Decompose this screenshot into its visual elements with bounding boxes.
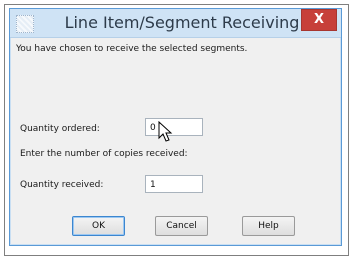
receiving-dialog: Line Item/Segment Receiving X You have c… (9, 8, 342, 246)
cancel-button[interactable]: Cancel (155, 216, 208, 236)
copies-prompt: Enter the number of copies received: (20, 149, 188, 159)
info-message: You have chosen to receive the selected … (16, 44, 248, 54)
help-button[interactable]: Help (242, 216, 295, 236)
dialog-content: You have chosen to receive the selected … (10, 38, 341, 245)
dialog-title: Line Item/Segment Receiving (64, 13, 300, 32)
quantity-received-label: Quantity received: (20, 180, 104, 190)
mouse-pointer-icon (158, 121, 173, 142)
quantity-ordered-label: Quantity ordered: (20, 124, 100, 134)
quantity-ordered-field[interactable]: 0 (145, 118, 203, 136)
close-button[interactable]: X (301, 9, 337, 31)
quantity-received-field[interactable]: 1 (145, 175, 203, 193)
app-icon (16, 15, 34, 33)
ok-button[interactable]: OK (72, 216, 125, 236)
title-bar[interactable]: Line Item/Segment Receiving X (10, 9, 341, 38)
